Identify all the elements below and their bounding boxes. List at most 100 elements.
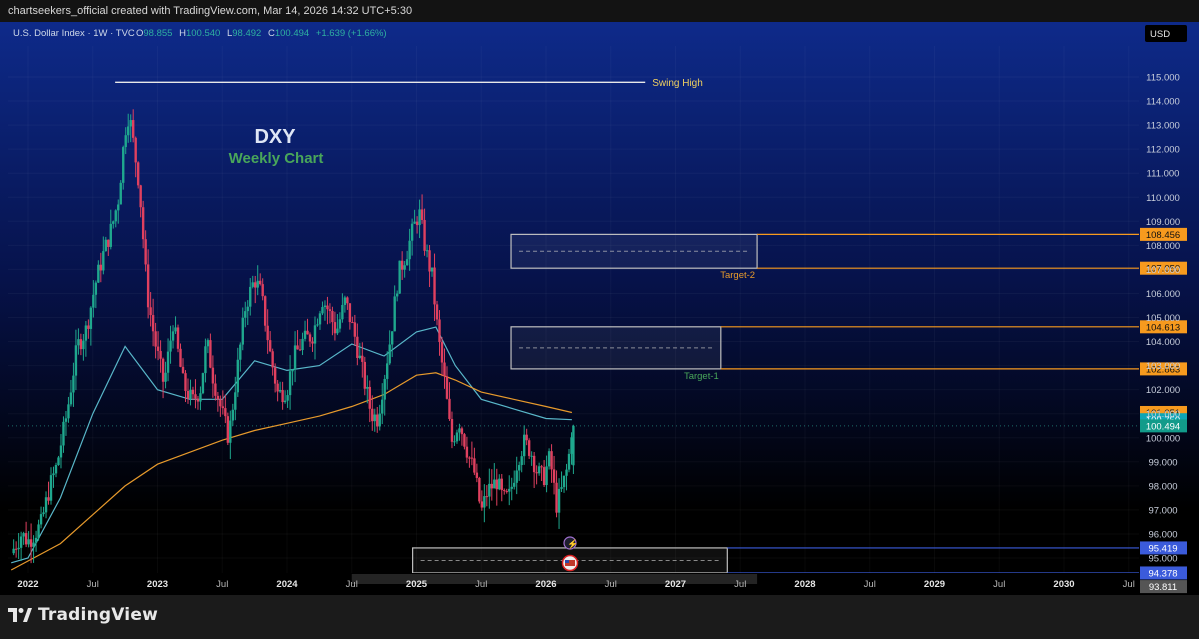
- candle-body: [244, 311, 247, 318]
- candle-body: [44, 497, 48, 513]
- candle-body: [266, 325, 269, 341]
- candle-body: [405, 259, 409, 266]
- candle-body: [547, 451, 551, 467]
- candle-body: [550, 451, 553, 470]
- candle-body: [562, 475, 566, 488]
- candle-body: [473, 458, 476, 473]
- candle-body: [465, 446, 469, 458]
- price-tick-label: 115.000: [1146, 73, 1180, 84]
- candle-body: [513, 482, 516, 487]
- time-tick-label: 2022: [17, 579, 38, 590]
- time-tick-label: 2023: [147, 579, 168, 590]
- chart-area[interactable]: Target-2Target-1Target-1 108.456107.0501…: [0, 22, 1199, 595]
- time-tick-label: Jul: [346, 579, 358, 590]
- candle-body: [373, 414, 376, 422]
- candle-body: [485, 496, 489, 498]
- time-tick-label: Jul: [216, 579, 228, 590]
- candle-body: [542, 467, 546, 486]
- legend-h-value: 100.540: [186, 28, 220, 39]
- candle-body: [286, 395, 289, 401]
- candle-body: [545, 466, 548, 486]
- tradingview-logo[interactable]: TradingView: [8, 605, 158, 625]
- candle-body: [176, 327, 180, 349]
- candle-body: [296, 345, 299, 350]
- candle-body: [229, 420, 232, 443]
- candle-body: [390, 331, 394, 345]
- candle-body: [468, 457, 471, 459]
- candle-body: [326, 305, 329, 310]
- candle-body: [89, 307, 93, 329]
- currency-badge[interactable]: USD: [1150, 29, 1170, 40]
- candle-body: [398, 260, 401, 294]
- candle-body: [87, 325, 90, 329]
- candle-body: [54, 465, 58, 474]
- candle-body: [430, 267, 434, 272]
- time-tick-label: 2027: [665, 579, 686, 590]
- candle-body: [321, 307, 324, 314]
- candle-body: [49, 475, 53, 501]
- candle-body: [47, 497, 50, 501]
- candle-body: [552, 469, 556, 483]
- candle-body: [557, 488, 561, 513]
- candle-body: [510, 486, 513, 489]
- candle-body: [371, 408, 374, 422]
- candle-body: [415, 221, 419, 226]
- candle-body: [490, 483, 494, 489]
- candle-body: [308, 334, 312, 342]
- price-tick-label: 113.000: [1146, 121, 1180, 132]
- candle-body: [508, 488, 511, 492]
- candle-body: [376, 414, 379, 427]
- price-tick-label: 106.000: [1146, 289, 1180, 300]
- candle-body: [306, 330, 309, 335]
- candle-body: [351, 322, 354, 324]
- candle-body: [211, 367, 215, 384]
- candle-body: [331, 310, 334, 323]
- candle-body: [114, 210, 117, 222]
- time-tick-label: Jul: [734, 579, 746, 590]
- candle-body: [124, 135, 127, 148]
- candle-body: [214, 383, 217, 396]
- candle-body: [498, 478, 501, 490]
- candle-body: [303, 330, 307, 339]
- candle-body: [102, 251, 105, 271]
- legend-change: +1.639 (+1.66%): [316, 28, 387, 39]
- legend-o-label: O: [136, 28, 143, 39]
- candle-body: [104, 239, 107, 252]
- caption-bar: chartseekers_official created with Tradi…: [0, 0, 1199, 22]
- candle-body: [57, 457, 60, 466]
- candle-body: [79, 339, 83, 350]
- candle-body: [343, 297, 347, 305]
- candle-body: [112, 221, 115, 224]
- candle-body: [358, 355, 362, 358]
- candle-body: [418, 209, 421, 226]
- candle-body: [97, 264, 100, 283]
- candle-body: [336, 328, 339, 334]
- candle-body: [122, 147, 125, 183]
- candle-body: [179, 348, 182, 367]
- candle-body: [29, 539, 33, 547]
- candle-body: [288, 371, 292, 396]
- chart-svg[interactable]: Target-2Target-1Target-1 108.456107.0501…: [0, 22, 1199, 595]
- candle-body: [480, 501, 484, 508]
- price-tick-label: 95.000: [1148, 554, 1177, 565]
- candle-body: [236, 359, 239, 393]
- candle-body: [32, 542, 35, 547]
- candle-body: [273, 367, 277, 384]
- price-tick-label: 99.000: [1148, 457, 1177, 468]
- candle-body: [291, 369, 294, 372]
- candle-body: [99, 264, 103, 271]
- target-zone-label-2: Target-1: [684, 371, 719, 382]
- candle-body: [443, 362, 446, 377]
- candle-body: [189, 389, 192, 399]
- price-axis[interactable]: 115.000 114.000 113.000 112.000 111.000 110.0…: [1139, 22, 1199, 595]
- candle-body-last: [572, 425, 575, 466]
- candle-body: [438, 319, 441, 343]
- candle-body: [149, 307, 152, 316]
- price-tick-label: 104.000: [1146, 337, 1180, 348]
- candle-body: [39, 514, 43, 525]
- candle-body: [381, 399, 384, 414]
- candle-body: [515, 470, 518, 483]
- price-tick-label: 102.000: [1146, 385, 1180, 396]
- candle-body: [520, 456, 523, 466]
- candle-body: [386, 363, 389, 379]
